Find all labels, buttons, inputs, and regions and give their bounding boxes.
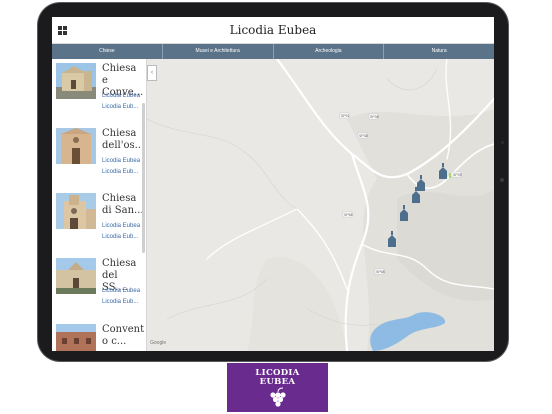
item-address: Licodia Eub... bbox=[102, 299, 139, 305]
tab-chiese[interactable]: Chiese bbox=[52, 44, 163, 59]
collapse-panel-button[interactable]: ‹ bbox=[147, 65, 157, 81]
item-address: Licodia Eub... bbox=[102, 104, 139, 110]
item-title: Convent o c... bbox=[102, 324, 145, 347]
licodia-eubea-logo: LICODIA EUBEA bbox=[227, 363, 328, 412]
item-locality: Licodia Eubea bbox=[102, 223, 141, 229]
category-tabs: Chiese Musei e Architettura Archeologia … bbox=[52, 44, 494, 59]
road-label: SP91 bbox=[341, 114, 350, 118]
app-header: Licodia Eubea bbox=[52, 17, 494, 44]
tab-archeologia[interactable]: Archeologia bbox=[274, 44, 385, 59]
list-item[interactable]: Chiesa dell'os... Licodia Eubea Licodia … bbox=[52, 124, 146, 186]
map-view[interactable]: SP91 SP38 SP38 SP39 SP66 SP68 bbox=[147, 59, 494, 351]
church-photo bbox=[56, 258, 96, 294]
church-photo bbox=[56, 63, 96, 99]
road-label: SP38 bbox=[370, 115, 379, 119]
item-locality: Licodia Eubea bbox=[102, 93, 141, 99]
church-photo bbox=[56, 193, 96, 229]
places-list: Chiesa e Conve... Licodia Eubea Licodia … bbox=[52, 59, 147, 351]
church-photo bbox=[56, 324, 96, 351]
item-locality: Licodia Eubea bbox=[102, 158, 141, 164]
list-scrollbar[interactable] bbox=[142, 103, 145, 253]
road-label: SP68 bbox=[376, 270, 385, 274]
list-item[interactable]: Chiesa di San... Licodia Eubea Licodia E… bbox=[52, 189, 146, 251]
list-item[interactable]: Chiesa del SS.... Licodia Eubea Licodia … bbox=[52, 254, 146, 316]
camera bbox=[500, 178, 504, 182]
logo-line2: EUBEA bbox=[259, 377, 296, 387]
list-item[interactable]: Convent o c... bbox=[52, 320, 146, 351]
app-title: Licodia Eubea bbox=[229, 23, 317, 37]
road-label: SP66 bbox=[344, 213, 353, 217]
item-locality: Licodia Eubea bbox=[102, 288, 141, 294]
item-address: Licodia Eub... bbox=[102, 169, 139, 175]
tablet-frame: Licodia Eubea Chiese Musei e Architettur… bbox=[38, 3, 508, 361]
item-title: Chiesa dell'os... bbox=[102, 128, 145, 151]
item-title: Chiesa di San... bbox=[102, 193, 144, 216]
tab-musei-architettura[interactable]: Musei e Architettura bbox=[163, 44, 274, 59]
list-item[interactable]: Chiesa e Conve... Licodia Eubea Licodia … bbox=[52, 59, 146, 121]
road-label: SP39 bbox=[453, 173, 462, 177]
grapes-icon bbox=[270, 387, 286, 407]
app-screen: Licodia Eubea Chiese Musei e Architettur… bbox=[52, 17, 494, 351]
map-provider-logo: Google bbox=[150, 340, 167, 346]
church-photo bbox=[56, 128, 96, 164]
item-address: Licodia Eub... bbox=[102, 234, 139, 240]
road-label: SP38 bbox=[359, 134, 368, 138]
sensor bbox=[501, 141, 504, 144]
tab-natura[interactable]: Natura bbox=[384, 44, 494, 59]
